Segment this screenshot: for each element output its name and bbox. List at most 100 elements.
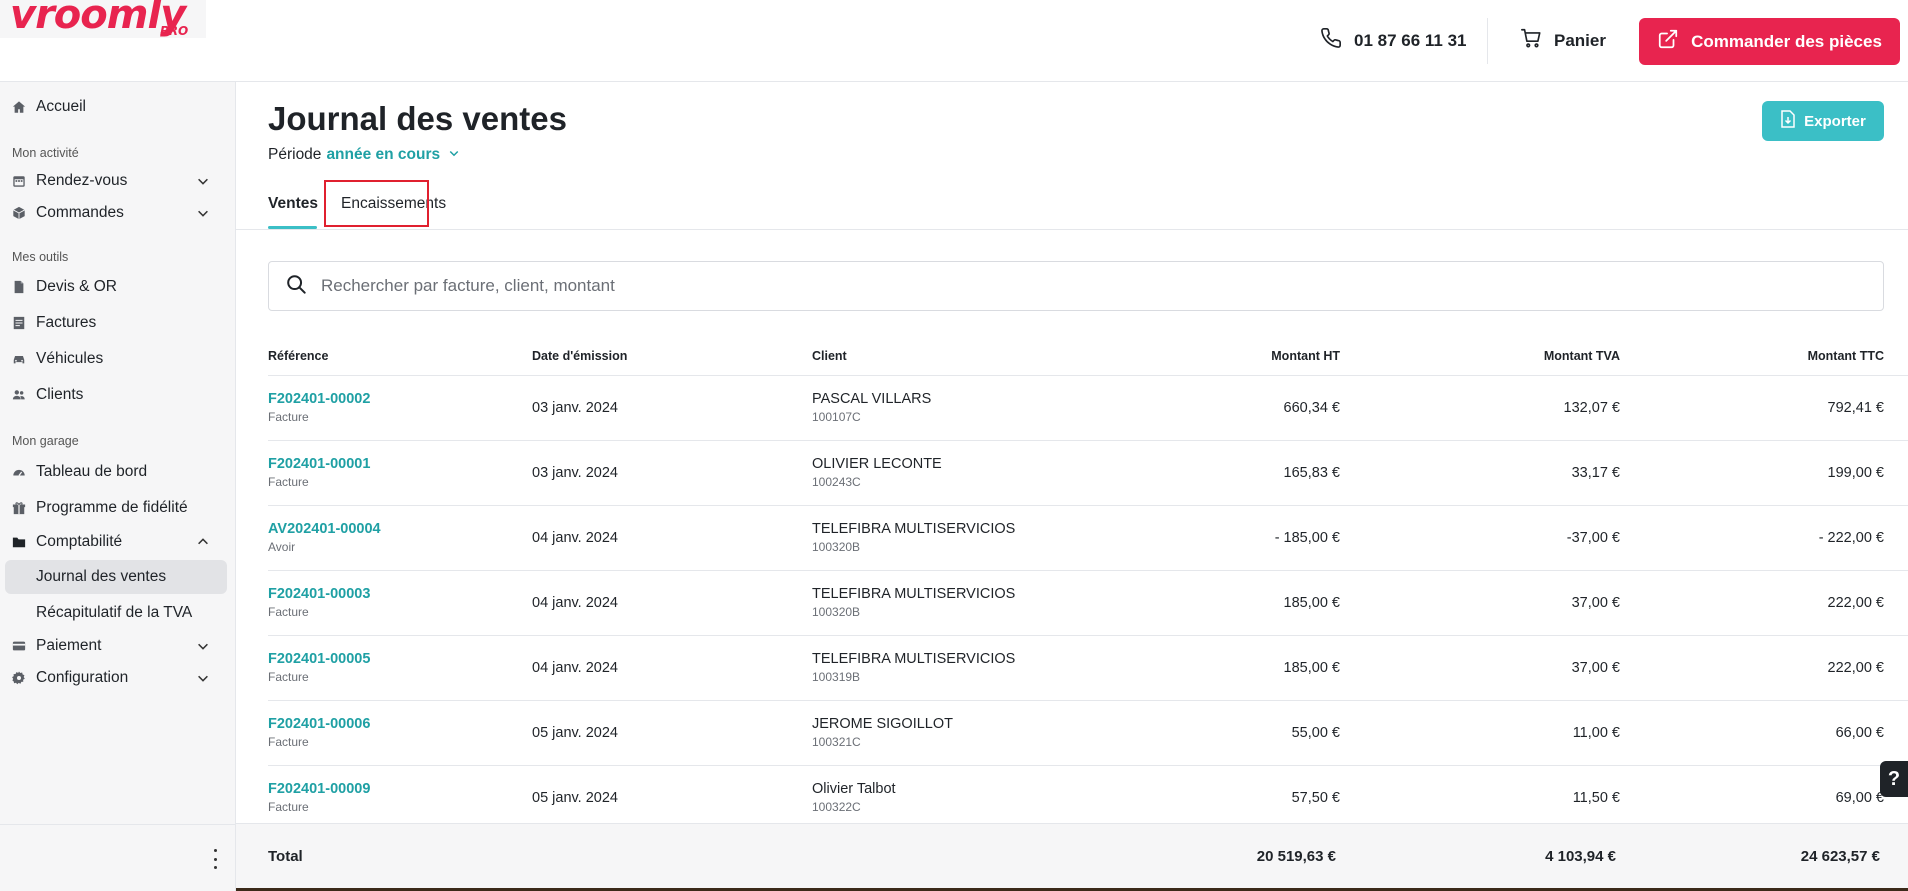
sidebar-item-label: Configuration <box>36 669 129 686</box>
amount-tva: 11,50 € <box>1572 790 1620 806</box>
table-row[interactable]: F202401-00003 Facture 04 janv. 2024 TELE… <box>268 571 1908 636</box>
logo-text: vroomly <box>10 0 186 38</box>
export-button[interactable]: Exporter <box>1762 101 1884 141</box>
amount-tva: 11,00 € <box>1572 725 1620 741</box>
client-name: TELEFIBRA MULTISERVICIOS <box>812 521 1016 537</box>
column-header-tva[interactable]: Montant TVA <box>1544 349 1620 363</box>
document-type: Facture <box>268 735 309 749</box>
client-code: 100319B <box>812 670 861 684</box>
table-row[interactable]: F202401-00001 Facture 03 janv. 2024 OLIV… <box>268 441 1908 506</box>
total-label: Total <box>268 848 303 865</box>
chevron-down-icon <box>196 639 210 658</box>
sidebar-item-label: Commandes <box>36 204 124 221</box>
chevron-down-icon <box>196 671 210 690</box>
sidebar-item-home[interactable]: Accueil <box>0 92 236 122</box>
total-tva: 4 103,94 € <box>1545 848 1616 865</box>
table-row[interactable]: F202401-00005 Facture 04 janv. 2024 TELE… <box>268 636 1908 701</box>
document-type: Facture <box>268 410 309 424</box>
sidebar-item-configuration[interactable]: Configuration <box>0 663 236 693</box>
issue-date: 05 janv. 2024 <box>532 725 618 741</box>
phone-contact[interactable]: 01 87 66 11 31 <box>1320 27 1467 54</box>
table-row[interactable]: F202401-00002 Facture 03 janv. 2024 PASC… <box>268 376 1908 441</box>
sidebar-item-factures[interactable]: Factures <box>0 308 236 338</box>
sidebar-item-comptabilite[interactable]: Comptabilité <box>0 527 236 557</box>
amount-ht: 185,00 € <box>1283 595 1340 611</box>
tabs-divider <box>236 229 1908 230</box>
tab-highlight-box <box>324 180 429 227</box>
period-dropdown[interactable]: année en cours <box>326 146 460 164</box>
chevron-down-icon <box>196 174 210 193</box>
period-label: Période <box>268 146 322 163</box>
sidebar-item-clients[interactable]: Clients <box>0 380 236 410</box>
cart-button[interactable]: Panier <box>1520 27 1606 54</box>
client-name: OLIVIER LECONTE <box>812 456 942 472</box>
table-row[interactable]: AV202401-00004 Avoir 04 janv. 2024 TELEF… <box>268 506 1908 571</box>
amount-ttc: - 222,00 € <box>1818 530 1884 546</box>
table-row[interactable]: F202401-00006 Facture 05 janv. 2024 JERO… <box>268 701 1908 766</box>
sidebar-item-label: Factures <box>36 314 97 331</box>
order-parts-button[interactable]: Commander des pièces <box>1639 18 1900 65</box>
cart-icon <box>1520 27 1542 54</box>
amount-tva: 37,00 € <box>1571 595 1620 611</box>
amount-ttc: 199,00 € <box>1827 465 1884 481</box>
sidebar-item-label: Paiement <box>36 637 102 654</box>
invoice-reference[interactable]: F202401-00001 <box>268 456 370 472</box>
chevron-down-icon <box>196 206 210 225</box>
sidebar-item-rendezvous[interactable]: Rendez-vous <box>0 166 236 196</box>
sidebar-item-label: Programme de fidélité <box>36 499 188 516</box>
help-button[interactable]: ? <box>1880 761 1908 797</box>
column-header-reference[interactable]: Référence <box>268 349 328 363</box>
sidebar-item-devis[interactable]: Devis & OR <box>0 272 236 302</box>
invoice-reference[interactable]: F202401-00009 <box>268 781 370 797</box>
total-ttc: 24 623,57 € <box>1800 848 1880 865</box>
card-icon <box>12 639 26 653</box>
logo[interactable]: vroomly PRO <box>0 0 206 38</box>
column-header-ht[interactable]: Montant HT <box>1271 349 1340 363</box>
cart-label: Panier <box>1554 30 1606 50</box>
client-code: 100321C <box>812 735 861 749</box>
gear-icon <box>12 671 26 685</box>
users-icon <box>12 388 26 402</box>
file-export-icon <box>1780 110 1796 132</box>
invoice-reference[interactable]: F202401-00006 <box>268 716 370 732</box>
invoice-reference[interactable]: F202401-00002 <box>268 391 370 407</box>
invoice-reference[interactable]: AV202401-00004 <box>268 521 381 537</box>
sidebar-item-recap-tva[interactable]: Récapitulatif de la TVA <box>36 604 192 622</box>
issue-date: 04 janv. 2024 <box>532 530 618 546</box>
issue-date: 05 janv. 2024 <box>532 790 618 806</box>
invoice-reference[interactable]: F202401-00003 <box>268 586 370 602</box>
calendar-icon <box>12 174 26 188</box>
totals-bar: Total 20 519,63 € 4 103,94 € 24 623,57 € <box>236 823 1908 891</box>
search-input[interactable] <box>321 276 1821 296</box>
column-header-date[interactable]: Date d'émission <box>532 349 627 363</box>
gift-icon <box>12 501 26 515</box>
order-parts-label: Commander des pièces <box>1691 31 1882 51</box>
column-header-ttc[interactable]: Montant TTC <box>1808 349 1884 363</box>
sidebar-item-loyalty[interactable]: Programme de fidélité <box>0 493 236 523</box>
box-icon <box>12 206 26 220</box>
more-options-icon[interactable] <box>210 849 220 869</box>
top-header: vroomly PRO 01 87 66 11 31 Panier Comman… <box>0 0 1908 82</box>
phone-number: 01 87 66 11 31 <box>1354 30 1467 50</box>
sidebar-item-journal-ventes[interactable]: Journal des ventes <box>36 568 166 586</box>
sidebar-item-label: Accueil <box>36 98 86 115</box>
sidebar-item-commandes[interactable]: Commandes <box>0 198 236 228</box>
column-header-client[interactable]: Client <box>812 349 847 363</box>
sidebar-item-dashboard[interactable]: Tableau de bord <box>0 457 236 487</box>
phone-icon <box>1320 27 1342 54</box>
sidebar-item-vehicules[interactable]: Véhicules <box>0 344 236 374</box>
sidebar-item-label: Rendez-vous <box>36 172 128 189</box>
tab-ventes[interactable]: Ventes <box>268 195 318 213</box>
client-name: TELEFIBRA MULTISERVICIOS <box>812 651 1016 667</box>
invoice-reference[interactable]: F202401-00005 <box>268 651 370 667</box>
chevron-down-icon <box>448 146 460 164</box>
amount-ht: - 185,00 € <box>1274 530 1340 546</box>
logo-pro-badge: PRO <box>160 24 189 38</box>
sidebar-item-label: Comptabilité <box>36 533 123 550</box>
sidebar-item-paiement[interactable]: Paiement <box>0 631 236 661</box>
invoice-icon <box>12 316 26 330</box>
table-row[interactable]: F202401-00009 Facture 05 janv. 2024 Oliv… <box>268 766 1908 831</box>
client-code: 100320B <box>812 540 861 554</box>
client-code: 100322C <box>812 800 861 814</box>
client-code: 100243C <box>812 475 861 489</box>
